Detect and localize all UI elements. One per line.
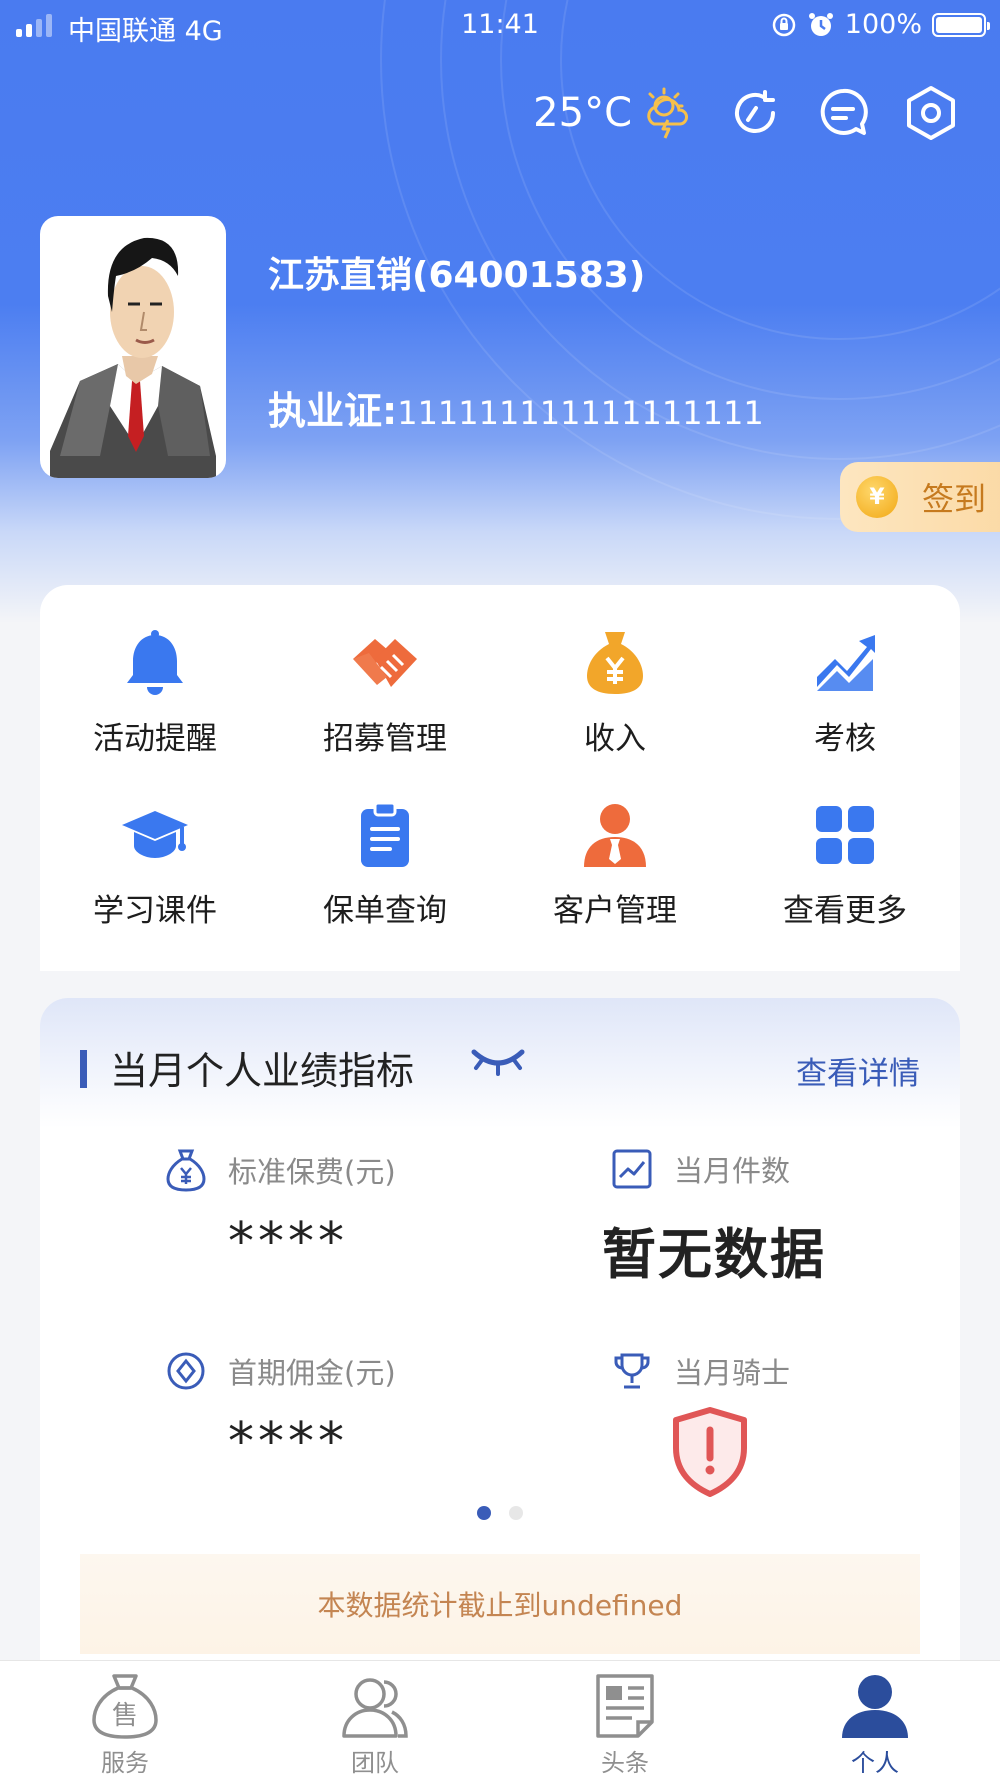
carousel-dot[interactable] [477,1506,491,1520]
license-info: 执业证: 111111111111111111 [268,380,764,435]
chart-icon [612,1149,652,1189]
carousel-indicator [40,1506,960,1520]
message-button[interactable] [814,84,872,142]
avatar-illustration [50,237,216,478]
battery-icon [932,12,990,37]
tab-label: 团队 [351,1749,399,1777]
menu-label: 保单查询 [323,893,447,929]
menu-activity-reminder[interactable]: 活动提醒 [40,627,270,799]
coin-diamond-icon [167,1352,205,1390]
menu-assessment[interactable]: 考核 [730,627,960,799]
menu-customer-management[interactable]: 客户管理 [500,799,730,971]
handshake-icon [353,639,417,687]
data-cutoff-note: 本数据统计截止到undefined [80,1554,920,1654]
metric-first-commission: 首期佣金(元) **** [166,1350,396,1472]
menu-recruitment[interactable]: 招募管理 [270,627,500,799]
svg-text:售: 售 [112,1701,138,1731]
weather-widget[interactable]: 25°C [533,86,696,140]
performance-header: 当月个人业绩指标 查看详情 [40,998,960,1128]
bell-icon [127,630,183,695]
menu-label: 查看更多 [783,893,907,929]
refresh-button[interactable] [726,84,784,142]
organization-name: 江苏直销(64001583) [268,255,646,296]
menu-income[interactable]: 收入 [500,627,730,799]
metric-label: 首期佣金(元) [228,1356,396,1390]
tab-service[interactable]: 售 服务 [0,1661,250,1778]
refresh-icon [735,90,775,133]
grid-icon [816,806,874,864]
rotation-lock-icon [772,13,796,36]
menu-label: 招募管理 [323,721,447,757]
trend-chart-icon [817,635,875,691]
team-icon [342,1678,408,1738]
alarm-icon [808,12,833,36]
menu-label: 考核 [814,721,876,757]
warning-shield-icon [673,1407,747,1497]
tab-label: 服务 [101,1749,149,1777]
metric-value: 暂无数据 [602,1223,826,1286]
customer-icon [584,804,646,867]
view-details-link[interactable]: 查看详情 [796,1048,920,1093]
money-bag-icon [166,1149,206,1192]
clipboard-icon [361,801,409,867]
tab-personal[interactable]: 个人 [750,1661,1000,1778]
person-icon [842,1675,908,1738]
battery-percent: 100% [844,9,922,40]
temperature: 25°C [533,90,632,136]
menu-label: 客户管理 [553,893,677,929]
metric-value: **** [228,1412,348,1472]
signin-button[interactable]: ¥ 签到 [840,462,1000,532]
graduation-cap-icon [122,811,188,858]
header-toolbar: 25°C [533,84,960,142]
metric-value: **** [228,1212,348,1272]
eye-closed-icon[interactable] [470,1046,526,1076]
carousel-dot[interactable] [509,1506,523,1520]
bottom-tab-bar: 售 服务 团队 头条 个人 [0,1660,1000,1778]
sale-bag-icon: 售 [92,1674,158,1739]
avatar[interactable] [40,216,226,478]
title-accent-bar [80,1050,87,1088]
license-number: 111111111111111111 [397,394,764,432]
settings-icon [907,86,955,140]
license-label: 执业证: [268,389,398,433]
tab-label: 个人 [851,1749,899,1777]
status-bar: 中国联通 4G 11:41 100% [0,0,1000,52]
tab-headlines[interactable]: 头条 [500,1661,750,1778]
news-icon [596,1674,654,1738]
quick-menu-card: 活动提醒 招募管理 收入 考核 学习课件 保单查询 客户管理 查看更多 [40,585,960,971]
performance-card: 当月个人业绩指标 查看详情 标准保费(元) **** 当月件数 暂无数据 首期佣… [40,998,960,1678]
message-icon [820,88,868,135]
metric-label: 标准保费(元) [228,1155,396,1189]
menu-label: 收入 [584,721,646,757]
signin-label: 签到 [922,480,987,518]
menu-view-more[interactable]: 查看更多 [730,799,960,971]
profile-avatar-wrap [40,216,226,478]
tab-label: 头条 [601,1749,649,1777]
menu-policy-query[interactable]: 保单查询 [270,799,500,971]
metric-label: 当月件数 [674,1154,791,1188]
metric-monthly-count: 当月件数 暂无数据 [602,1148,826,1289]
coin-icon: ¥ [856,476,898,518]
settings-button[interactable] [902,84,960,142]
metric-monthly-knight: 当月骑士 [612,1350,790,1502]
money-bag-icon [587,632,643,694]
tab-team[interactable]: 团队 [250,1661,500,1778]
menu-label: 活动提醒 [93,721,217,757]
performance-title: 当月个人业绩指标 [110,1049,415,1093]
menu-label: 学习课件 [93,893,217,929]
weather-icon [647,87,688,139]
trophy-icon [614,1353,650,1389]
metric-label: 当月骑士 [674,1356,791,1390]
metric-standard-premium: 标准保费(元) **** [166,1148,396,1272]
menu-courseware[interactable]: 学习课件 [40,799,270,971]
